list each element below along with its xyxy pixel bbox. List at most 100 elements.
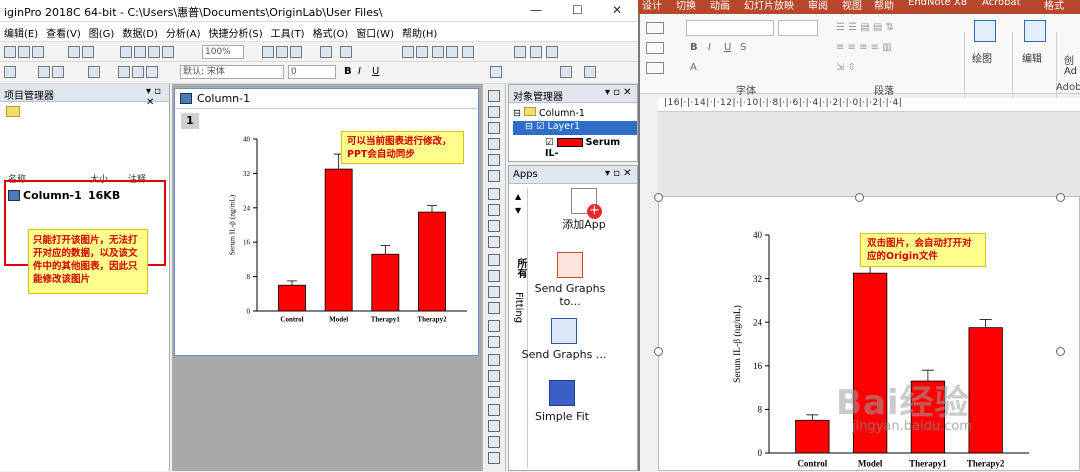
menu-edit[interactable]: 编辑(E) [0,22,42,43]
import-icon[interactable] [162,46,174,58]
align-icon[interactable]: ≡ ≡ ≡ ≡ ▥ [836,42,892,53]
duplicate-icon[interactable] [276,46,288,58]
column-icon[interactable] [38,66,50,78]
fill-color-icon[interactable] [490,66,502,78]
tab-acrobat[interactable]: Acrobat [982,0,1021,8]
zoom-icon[interactable] [488,106,500,118]
shadow-button[interactable]: S [740,42,746,53]
cut-icon[interactable] [118,66,130,78]
date-time-icon[interactable] [488,452,500,464]
new-graph-icon[interactable] [32,46,44,58]
data-selector-icon[interactable] [488,170,500,182]
menu-graph[interactable]: 图(G) [85,22,119,43]
new-workbook-icon[interactable] [18,46,30,58]
menu-window[interactable]: 窗口(W) [352,22,398,43]
layer-indicator[interactable]: 1 [181,113,199,129]
tab-slideshow[interactable]: 幻灯片放映 [744,0,794,12]
bold-button[interactable]: B [344,66,352,77]
reader-icon[interactable] [488,138,500,150]
results-log-icon[interactable] [320,46,332,58]
font-color-button[interactable]: A [690,62,697,73]
underline-button[interactable]: U [372,66,379,77]
mask-tool-icon[interactable] [488,320,500,332]
maximize-icon[interactable]: ☐ [572,3,583,17]
tab-review[interactable]: 审阅 [808,0,828,12]
tree-layer[interactable]: ⊟ ☑ Layer1 [513,121,637,135]
project-explorer-icon[interactable] [402,46,414,58]
close-icon[interactable]: ✕ [612,3,622,17]
reset-icon[interactable] [646,42,664,54]
app-send-graphs-ppt[interactable]: Send Graphs to... [525,252,615,308]
open-folder-icon[interactable] [120,46,132,58]
draw-icon[interactable] [974,20,996,42]
tree-plot[interactable]: ☑ Serum IL- [545,137,637,159]
align-left-icon[interactable] [514,46,526,58]
bold-button[interactable]: B [690,42,698,53]
menu-tools[interactable]: 工具(T) [267,22,309,43]
menu-quick-analysis[interactable]: 快捷分析(S) [205,22,267,43]
underline-button[interactable]: U [724,42,731,53]
panel-controls-icon[interactable]: ▾ ▫ ✕ [605,87,632,98]
row-icon[interactable] [52,66,64,78]
italic-button[interactable]: I [358,66,361,77]
menu-data[interactable]: 数据(D) [118,22,162,43]
scroll-down-icon[interactable]: ▼ [515,206,521,215]
copy-icon[interactable] [132,66,144,78]
freehand-tool-icon[interactable] [488,302,500,314]
rescale-icon[interactable] [488,386,500,398]
screen-reader-icon[interactable] [488,154,500,166]
smart-hint-icon[interactable] [462,46,474,58]
messages-icon[interactable] [446,46,458,58]
edit-button[interactable]: 编辑 [1022,50,1042,65]
create-button-2[interactable]: Ad [1064,66,1077,77]
merge-icon[interactable] [488,370,500,382]
columns-icon[interactable]: ⇲ ⇳ [836,62,856,73]
code-builder-icon[interactable] [432,46,444,58]
folder-icon[interactable] [6,106,20,117]
tab-design[interactable]: 设计 [642,0,662,12]
polygon-tool-icon[interactable] [488,270,500,282]
draw-button[interactable]: 绘图 [972,50,992,65]
menu-view[interactable]: 查看(V) [42,22,85,43]
layer-scale-icon[interactable] [488,436,500,448]
app-send-graphs-word[interactable]: Send Graphs ... [519,318,609,361]
resize-handle[interactable] [1056,347,1065,356]
draw-data-icon[interactable] [488,336,500,348]
resize-handle[interactable] [855,193,864,202]
tab-transitions[interactable]: 切换 [676,0,696,12]
save-icon[interactable] [82,46,94,58]
panel-controls-icon[interactable]: ▾ ▫ ✕ [605,168,632,179]
bullets-icon[interactable]: ☰ ☰ ▤ ▤ ⇅ [836,22,894,33]
tab-help[interactable]: 帮助 [874,0,894,12]
minimize-icon[interactable]: — [530,3,542,17]
resize-handle[interactable] [654,347,663,356]
open-icon[interactable] [68,46,80,58]
menu-analysis[interactable]: 分析(A) [162,22,205,43]
font-select[interactable]: 默认: 宋体 [180,65,284,79]
line-color-icon[interactable] [560,66,572,78]
text-tool-icon[interactable] [488,188,500,200]
color-scale-icon[interactable] [488,420,500,432]
zoom-select[interactable]: 100% [202,45,244,59]
command-window-icon[interactable] [340,46,352,58]
tab-view[interactable]: 视图 [842,0,862,12]
find-icon[interactable] [1024,20,1046,42]
line-style-icon[interactable] [584,66,596,78]
graph-window-header[interactable]: Column-1 [175,89,478,109]
scroll-up-icon[interactable]: ▲ [515,192,521,201]
line-tool-icon[interactable] [488,254,500,266]
font-size-select[interactable] [778,20,818,36]
tab-animations[interactable]: 动画 [710,0,730,12]
layout-icon[interactable] [646,22,664,34]
create-button[interactable]: 创 [1064,52,1074,67]
italic-button[interactable]: I [708,42,711,53]
add-layer-icon[interactable] [488,354,500,366]
menu-help[interactable]: 帮助(H) [398,22,441,43]
region-tool-icon[interactable] [488,286,500,298]
layer-icon[interactable] [290,46,302,58]
tree-root[interactable]: ⊟ Column-1 [513,107,585,119]
app-add[interactable]: + 添加App [539,188,629,231]
font-size-select[interactable]: 0 [288,65,336,79]
app-simple-fit[interactable]: Simple Fit [517,380,607,423]
worksheet-icon[interactable] [4,66,16,78]
